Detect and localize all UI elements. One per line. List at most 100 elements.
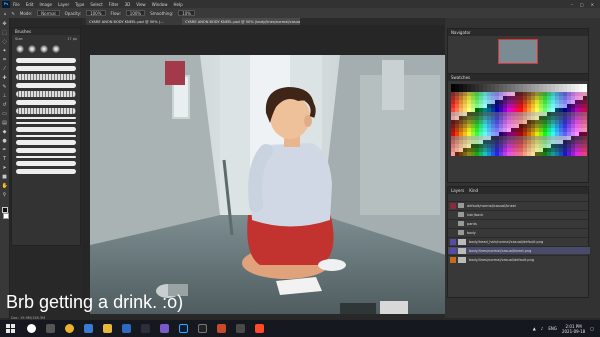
menu-layer[interactable]: Layer <box>58 2 69 7</box>
menu-view[interactable]: View <box>136 2 146 7</box>
brush-preset-icon[interactable] <box>40 45 48 53</box>
menu-window[interactable]: Window <box>152 2 168 7</box>
windows-start-icon[interactable] <box>6 323 16 334</box>
brush-stroke-preview[interactable] <box>16 83 76 88</box>
task-view-icon[interactable] <box>46 324 55 333</box>
pen-tool-icon[interactable]: ✒ <box>2 147 8 153</box>
menu-type[interactable]: Type <box>75 2 84 7</box>
brush-tool-icon[interactable]: ✎ <box>12 11 15 16</box>
minimize-icon[interactable]: – <box>571 2 573 7</box>
move-tool-icon[interactable]: ✥ <box>2 21 8 27</box>
layer-row[interactable]: body/head_hair/normal/casual/default.png <box>448 237 590 245</box>
swatches-panel-title[interactable]: Swatches <box>451 75 470 80</box>
brush-stroke-preview[interactable] <box>16 169 76 174</box>
layer-row[interactable]: pants <box>448 219 590 227</box>
home-icon[interactable]: ⌂ <box>4 11 7 16</box>
maximize-icon[interactable]: □ <box>580 2 584 7</box>
language-indicator[interactable]: ENG <box>548 326 557 331</box>
navigator-thumbnail[interactable] <box>498 39 538 64</box>
brush-stroke-preview[interactable] <box>16 135 76 137</box>
eyedropper-icon[interactable]: ⁄ <box>2 66 8 72</box>
document-tab-active[interactable]: CYARE ANON BODY KNEEL.psd @ 50% (body/li… <box>182 18 300 25</box>
close-icon[interactable]: ✕ <box>591 2 594 7</box>
opacity-field[interactable]: 100% <box>86 10 106 16</box>
flow-field[interactable]: 100% <box>125 10 146 16</box>
layer-row[interactable]: hair/back <box>448 210 590 218</box>
smoothing-field[interactable]: 10% <box>178 10 196 16</box>
zoom-tool-icon[interactable]: ⚲ <box>2 192 8 198</box>
chrome-icon[interactable] <box>65 324 74 333</box>
brush-size-value[interactable]: 17 px <box>67 37 77 41</box>
layers-filter-kind[interactable]: Kind <box>469 188 478 193</box>
dodge-tool-icon[interactable]: ● <box>2 138 8 144</box>
healing-brush-icon[interactable]: ✚ <box>2 75 8 81</box>
brush-stroke-preview[interactable] <box>16 58 76 63</box>
brush-stroke-preview[interactable] <box>16 148 76 153</box>
artwork-canvas[interactable] <box>90 55 446 314</box>
steam-icon[interactable] <box>141 324 150 333</box>
history-brush-icon[interactable]: ↺ <box>2 102 8 108</box>
menu-3d[interactable]: 3D <box>125 2 131 7</box>
hand-tool-icon[interactable]: ✋ <box>2 183 8 189</box>
volume-icon[interactable]: ♪ <box>541 326 544 331</box>
brush-stroke-preview[interactable] <box>16 74 76 80</box>
layer-row[interactable]: body/lines/normal/casual/default.png <box>448 255 590 263</box>
brush-stroke-preview[interactable] <box>16 91 76 97</box>
eye-icon[interactable] <box>450 247 456 254</box>
magic-wand-icon[interactable]: ✦ <box>2 48 8 54</box>
app-icon[interactable] <box>236 324 245 333</box>
background-color-swatch[interactable] <box>3 213 9 219</box>
edge-icon[interactable] <box>84 324 93 333</box>
brush-stroke-preview[interactable] <box>16 108 76 114</box>
brush-stroke-preview[interactable] <box>16 127 76 132</box>
layers-panel-title[interactable]: Layers <box>451 188 464 193</box>
eye-icon[interactable] <box>450 202 456 209</box>
brushes-panel-title[interactable]: Brushes <box>15 29 31 34</box>
menu-filter[interactable]: Filter <box>109 2 119 7</box>
menu-edit[interactable]: Edit <box>26 2 34 7</box>
document-tab[interactable]: CYARE ANON BODY KNEEL.psd @ 50% (... <box>86 18 182 25</box>
brush-preset-icon[interactable] <box>28 45 36 53</box>
brush-stroke-preview[interactable] <box>16 140 76 145</box>
swatch-grid[interactable] <box>451 84 587 156</box>
taskbar-clock[interactable]: 2:01 PM 2021-09-18 <box>562 324 585 334</box>
obs-icon[interactable] <box>198 324 207 333</box>
eraser-tool-icon[interactable]: ▭ <box>2 111 8 117</box>
brush-stroke-preview[interactable] <box>16 117 76 119</box>
search-icon[interactable] <box>27 324 36 333</box>
brush-stroke-preview[interactable] <box>16 122 76 124</box>
menu-help[interactable]: Help <box>173 2 182 7</box>
mode-select[interactable]: Normal <box>37 10 60 16</box>
photoshop-taskbar-icon[interactable] <box>179 324 188 333</box>
brush-stroke-preview[interactable] <box>16 100 76 105</box>
navigator-panel-title[interactable]: Navigator <box>451 30 471 35</box>
type-tool-icon[interactable]: T <box>2 156 8 162</box>
menu-select[interactable]: Select <box>90 2 102 7</box>
network-icon[interactable]: ▲ <box>533 326 536 331</box>
brush-stroke-preview[interactable] <box>16 156 76 158</box>
file-explorer-icon[interactable] <box>103 324 112 333</box>
brush-stroke-preview[interactable] <box>16 66 76 71</box>
brush-stroke-preview[interactable] <box>16 161 76 166</box>
menu-image[interactable]: Image <box>39 2 52 7</box>
stamp-tool-icon[interactable]: ⊥ <box>2 93 8 99</box>
brush-preset-icon[interactable] <box>52 45 60 53</box>
eye-icon[interactable] <box>450 238 456 245</box>
notification-icon[interactable]: ▢ <box>590 326 594 331</box>
brush-tool-icon-side[interactable]: ✎ <box>2 84 8 90</box>
brush-preset-icon[interactable] <box>16 45 24 53</box>
blur-tool-icon[interactable]: ◆ <box>2 129 8 135</box>
mail-icon[interactable] <box>122 324 131 333</box>
app-icon[interactable] <box>217 324 226 333</box>
shape-tool-icon[interactable]: ■ <box>2 174 8 180</box>
discord-icon[interactable] <box>160 324 169 333</box>
canvas-area[interactable] <box>82 25 446 314</box>
menu-file[interactable]: File <box>13 2 20 7</box>
path-select-icon[interactable]: ➤ <box>2 165 8 171</box>
color-swatch[interactable] <box>583 152 587 156</box>
crop-tool-icon[interactable]: ⌗ <box>2 57 8 63</box>
lasso-tool-icon[interactable]: ◌ <box>2 39 8 45</box>
layer-row[interactable]: default/normal/casual/kneel <box>448 201 590 209</box>
marquee-tool-icon[interactable]: ⬚ <box>2 30 8 36</box>
layer-row-selected[interactable]: body/lines/normal/casual/kneel.png <box>448 246 590 254</box>
